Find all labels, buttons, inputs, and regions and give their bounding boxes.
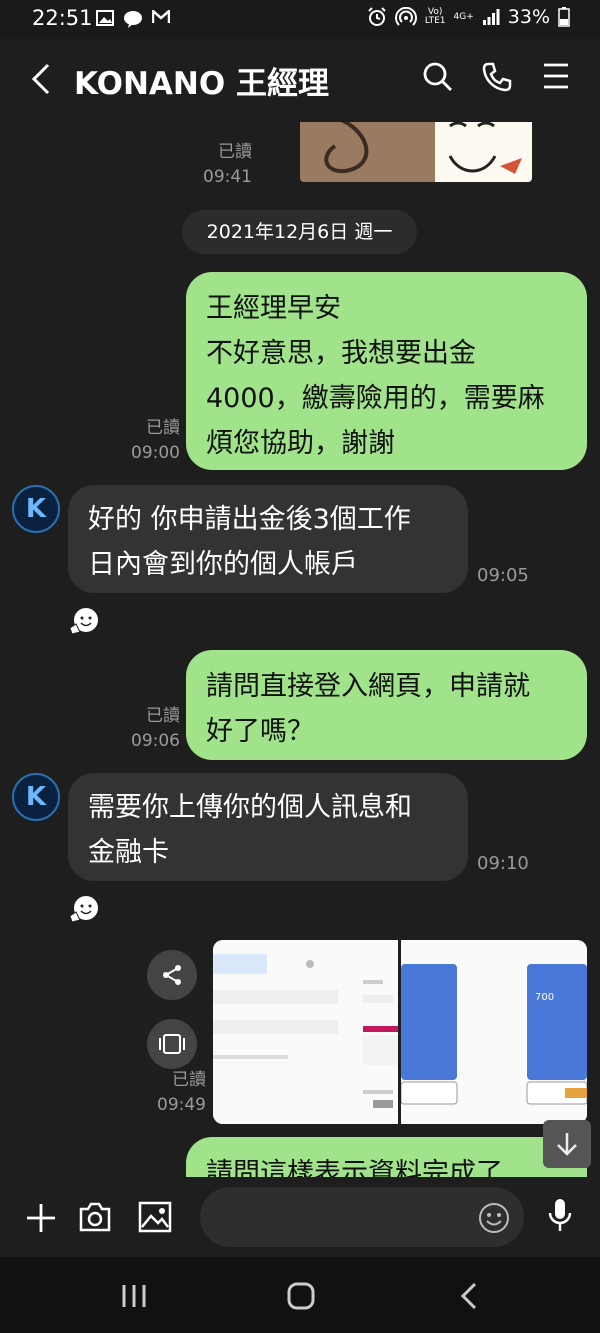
home-icon[interactable] <box>286 1281 316 1311</box>
share-button[interactable] <box>147 950 197 1000</box>
system-status-icons: Vo) LTE1 4G+ 33% <box>367 6 570 28</box>
message-line: 4000，繳壽險用的，需要麻 <box>206 383 545 414</box>
camera-icon[interactable] <box>78 1201 112 1233</box>
back-icon[interactable] <box>30 62 52 96</box>
message-time: 09:00 <box>131 443 180 463</box>
message-line: 需要你上傳你的個人訊息和 <box>88 792 412 823</box>
menu-icon[interactable] <box>543 62 569 90</box>
phone-icon[interactable] <box>482 62 512 92</box>
message-time: 09:41 <box>203 167 252 187</box>
avatar-letter: K <box>25 782 47 812</box>
date-separator: 2021年12月6日 週一 <box>182 210 417 254</box>
message-line: 王經理早安 <box>206 293 341 324</box>
message-line: 好的 你申請出金後3個工作 <box>88 504 411 535</box>
battery-icon <box>558 7 570 27</box>
network-type: 4G+ <box>453 11 474 22</box>
back-nav-icon[interactable] <box>458 1281 480 1311</box>
view-album-button[interactable] <box>147 1019 197 1069</box>
message-line: 請問這樣表示資料完成了 <box>206 1158 503 1177</box>
uploaded-image-thumbnail[interactable]: 700 <box>401 940 587 1124</box>
notification-icons <box>96 10 170 28</box>
plus-icon[interactable] <box>25 1202 57 1234</box>
chat-header: KONANO 王經理 <box>0 38 600 122</box>
message-input[interactable] <box>200 1187 524 1247</box>
avatar[interactable]: K <box>12 485 60 533</box>
outgoing-message[interactable]: 請問這樣表示資料完成了 <box>186 1137 587 1177</box>
sticker-image <box>300 122 532 182</box>
message-time: 09:10 <box>477 853 529 874</box>
message-line: 煩您協助，謝謝 <box>206 428 395 459</box>
message-time: 09:49 <box>157 1095 206 1115</box>
image-icon[interactable] <box>138 1201 172 1233</box>
system-nav-bar <box>0 1257 600 1333</box>
message-time: 09:05 <box>477 565 529 586</box>
read-receipt: 已讀 <box>146 706 180 726</box>
album-icon <box>159 1034 185 1054</box>
search-icon[interactable] <box>423 62 453 92</box>
status-bar: 22:51 Vo) LTE1 4G+ 33% <box>0 0 600 38</box>
hotspot-icon <box>394 7 417 26</box>
message-line: 金融卡 <box>88 837 169 868</box>
message-input-bar <box>0 1177 600 1257</box>
mic-icon[interactable] <box>546 1197 574 1235</box>
arrow-down-icon <box>557 1133 577 1156</box>
incoming-message[interactable]: 好的 你申請出金後3個工作 日內會到你的個人帳戶 <box>68 485 468 593</box>
share-icon <box>163 965 181 985</box>
read-receipt: 已讀 <box>146 418 180 438</box>
emoji-icon[interactable] <box>478 1202 510 1234</box>
signal-icon <box>482 9 500 25</box>
smile-emoji-reaction-icon[interactable] <box>68 606 100 636</box>
chat-title: KONANO 王經理 <box>74 66 330 102</box>
recent-apps-icon[interactable] <box>120 1283 148 1309</box>
uploaded-image-thumbnail[interactable] <box>213 940 398 1124</box>
card-text: 700 <box>535 992 555 1003</box>
read-receipt: 已讀 <box>172 1070 206 1090</box>
sticker-meta: 已讀 09:41 <box>196 140 252 190</box>
gmail-notification-icon <box>152 10 170 23</box>
message-meta: 已讀 09:06 <box>124 704 180 754</box>
message-line: 請問直接登入網頁，申請就 <box>206 671 530 702</box>
line-notification-icon <box>124 11 142 28</box>
gallery-notification-icon <box>96 10 114 26</box>
outgoing-message[interactable]: 王經理早安 不好意思，我想要出金 4000，繳壽險用的，需要麻 煩您協助，謝謝 <box>186 272 587 470</box>
message-line: 日內會到你的個人帳戶 <box>88 549 358 580</box>
volte-indicator: Vo) LTE1 <box>425 8 446 26</box>
read-receipt: 已讀 <box>218 142 252 162</box>
message-line: 好了嗎？ <box>206 716 314 747</box>
lte-label: LTE1 <box>424 16 446 26</box>
scroll-to-bottom-button[interactable] <box>543 1120 591 1168</box>
image-meta: 已讀 09:49 <box>150 1068 206 1118</box>
message-meta: 已讀 09:00 <box>124 416 180 466</box>
chat-area: 已讀 09:41 2021年12月6日 週一 王經理早安 不好意思，我想要出金 … <box>0 122 600 1177</box>
message-time: 09:06 <box>131 731 180 751</box>
alarm-icon <box>368 7 386 26</box>
avatar-letter: K <box>25 494 47 524</box>
smile-emoji-reaction-icon[interactable] <box>68 894 100 924</box>
avatar[interactable]: K <box>12 773 60 821</box>
battery-percent: 33% <box>507 6 550 28</box>
status-time: 22:51 <box>32 6 93 30</box>
message-line: 不好意思，我想要出金 <box>206 338 476 369</box>
incoming-message[interactable]: 需要你上傳你的個人訊息和 金融卡 <box>68 773 468 881</box>
outgoing-message[interactable]: 請問直接登入網頁，申請就 好了嗎？ <box>186 650 587 760</box>
